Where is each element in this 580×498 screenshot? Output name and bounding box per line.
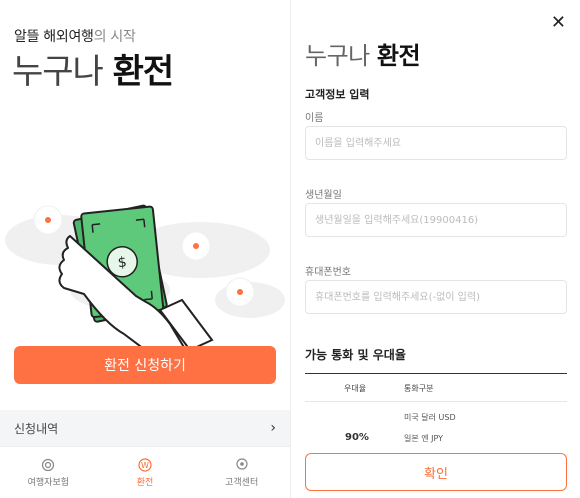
currency-item: 일본 엔 JPY (404, 434, 444, 443)
main-screen: 알뜰 해외여행의 시작 누구나 환전 $ 환전 신청하기 신청내역 › 여행자보… (0, 0, 290, 498)
nav-label-support: 고객센터 (225, 477, 259, 488)
birth-label: 생년월일 (305, 190, 342, 201)
hero-subtitle-light: 의 시작 (93, 29, 136, 45)
confirm-button[interactable]: 확인 (305, 453, 567, 491)
form-title: 누구나 환전 (305, 36, 421, 71)
hero-title: 누구나 환전 (12, 44, 175, 93)
phone-label: 휴대폰번호 (305, 267, 351, 278)
exchange-form-panel: ✕ 누구나 환전 고객정보 입력 이름 생년월일 휴대폰번호 가능 통화 및 우… (290, 0, 580, 498)
form-title-bold: 환전 (376, 42, 421, 70)
close-icon[interactable]: ✕ (551, 14, 566, 32)
hero-subtitle-bold: 알뜰 해외여행 (14, 29, 94, 45)
history-label: 신청내역 (14, 421, 59, 436)
column-header-currency: 통화구분 (404, 384, 434, 393)
phone-input[interactable] (305, 280, 567, 314)
nav-item-support[interactable]: 고객센터 (193, 447, 290, 498)
apply-exchange-button[interactable]: 환전 신청하기 (14, 346, 276, 384)
column-header-rate: 우대율 (344, 384, 367, 393)
nav-item-insurance[interactable]: 여행자보험 (0, 447, 97, 498)
currency-table-title: 가능 통화 및 우대율 (305, 348, 406, 362)
bottom-nav: 여행자보험 W 환전 고객센터 (0, 446, 290, 498)
form-title-light: 누구나 (305, 42, 370, 70)
table-divider (305, 401, 567, 402)
hero-subtitle: 알뜰 해외여행의 시작 (14, 26, 136, 46)
name-input[interactable] (305, 126, 567, 160)
svg-text:W: W (141, 461, 149, 470)
money-hand-illustration: $ (5, 204, 285, 350)
won-coin-icon: W (138, 457, 152, 472)
currency-item: 미국 달러 USD (404, 413, 456, 422)
name-label: 이름 (305, 113, 324, 124)
customer-info-heading: 고객정보 입력 (305, 88, 370, 101)
rate-value: 90% (345, 432, 369, 443)
hero-title-light: 누구나 (12, 52, 104, 92)
nav-label-insurance: 여행자보험 (27, 477, 70, 488)
table-divider (305, 373, 567, 374)
location-pin-icon (236, 457, 248, 470)
chevron-right-icon: › (270, 420, 276, 436)
nav-item-exchange[interactable]: W 환전 (97, 447, 194, 498)
hero-title-bold: 환전 (112, 52, 175, 92)
history-row[interactable]: 신청내역 › (0, 410, 290, 446)
fingerprint-icon (42, 458, 55, 471)
nav-label-exchange: 환전 (136, 477, 154, 488)
svg-text:$: $ (117, 254, 128, 271)
birth-date-input[interactable] (305, 203, 567, 237)
